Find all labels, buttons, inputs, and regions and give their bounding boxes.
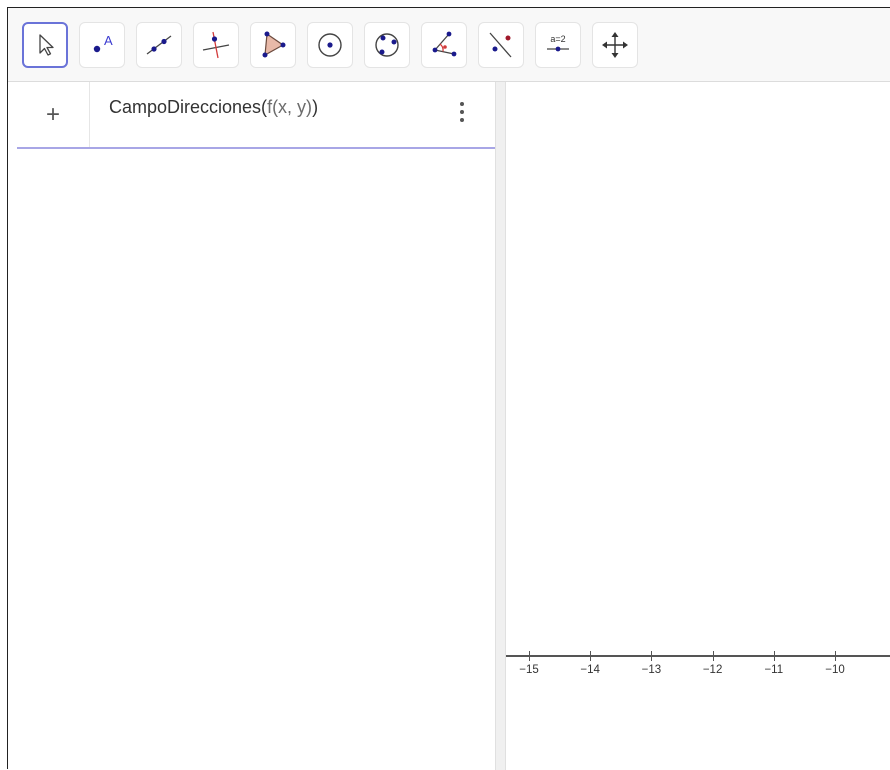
x-axis-tick-label: −12 <box>702 664 723 676</box>
algebra-input-field[interactable]: CampoDirecciones(f(x, y)) <box>109 97 318 118</box>
x-axis <box>506 655 890 657</box>
plus-icon: + <box>45 100 60 128</box>
slider-label-text: a=2 <box>550 34 565 44</box>
polygon-tool-button[interactable] <box>250 22 296 68</box>
x-axis-tick <box>835 651 836 661</box>
x-axis-tick-label: −13 <box>641 664 662 676</box>
algebra-view: + CampoDirecciones(f(x, y)) <box>8 82 495 770</box>
graphics-view[interactable]: −15 −14 −13 −12 −11 −10 <box>506 82 890 770</box>
polygon-icon <box>262 31 286 58</box>
perpendicular-line-tool-button[interactable] <box>193 22 239 68</box>
circle-three-points-tool-button[interactable] <box>364 22 410 68</box>
move-tool-button[interactable] <box>22 22 68 68</box>
move-view-tool-button[interactable] <box>592 22 638 68</box>
x-axis-tick-label: −14 <box>580 664 600 676</box>
reflect-about-line-icon <box>489 32 512 58</box>
x-axis-tick-label: −10 <box>825 664 845 676</box>
slider-icon: a=2 <box>547 34 569 52</box>
move-graphics-view-icon <box>602 32 628 58</box>
app-window: A a=2 + CampoDirecciones(f(x, y)) −15 −1… <box>7 7 890 770</box>
line-tool-button[interactable] <box>136 22 182 68</box>
reflect-tool-button[interactable] <box>478 22 524 68</box>
circle-center-tool-button[interactable] <box>307 22 353 68</box>
angle-tool-button[interactable] <box>421 22 467 68</box>
cursor-arrow-icon <box>39 34 54 56</box>
algebra-input-row[interactable]: + CampoDirecciones(f(x, y)) <box>17 82 495 149</box>
circle-center-point-icon <box>318 33 342 57</box>
perpendicular-line-icon <box>202 31 230 59</box>
x-axis-tick-label: −11 <box>764 664 784 676</box>
angle-icon <box>432 31 457 57</box>
toolbar: A a=2 <box>8 8 890 82</box>
x-axis-tick <box>773 651 775 661</box>
command-args: f(x, y) <box>267 97 313 117</box>
more-options-icon[interactable] <box>458 100 466 128</box>
line-through-points-icon <box>146 35 172 55</box>
point-label-icon: A <box>93 33 113 53</box>
x-axis-tick <box>529 651 530 661</box>
circle-three-points-icon <box>375 33 399 57</box>
point-tool-button[interactable]: A <box>79 22 125 68</box>
x-axis-tick <box>712 651 714 661</box>
point-label-text: A <box>104 33 113 48</box>
slider-tool-button[interactable]: a=2 <box>535 22 581 68</box>
add-item-button[interactable]: + <box>17 82 90 147</box>
view-divider[interactable] <box>495 82 506 770</box>
command-name: CampoDirecciones( <box>109 97 268 117</box>
x-axis-tick-label: −15 <box>519 664 539 676</box>
command-close: ) <box>312 97 319 117</box>
x-axis-tick <box>590 651 592 661</box>
x-axis-tick <box>651 651 653 661</box>
